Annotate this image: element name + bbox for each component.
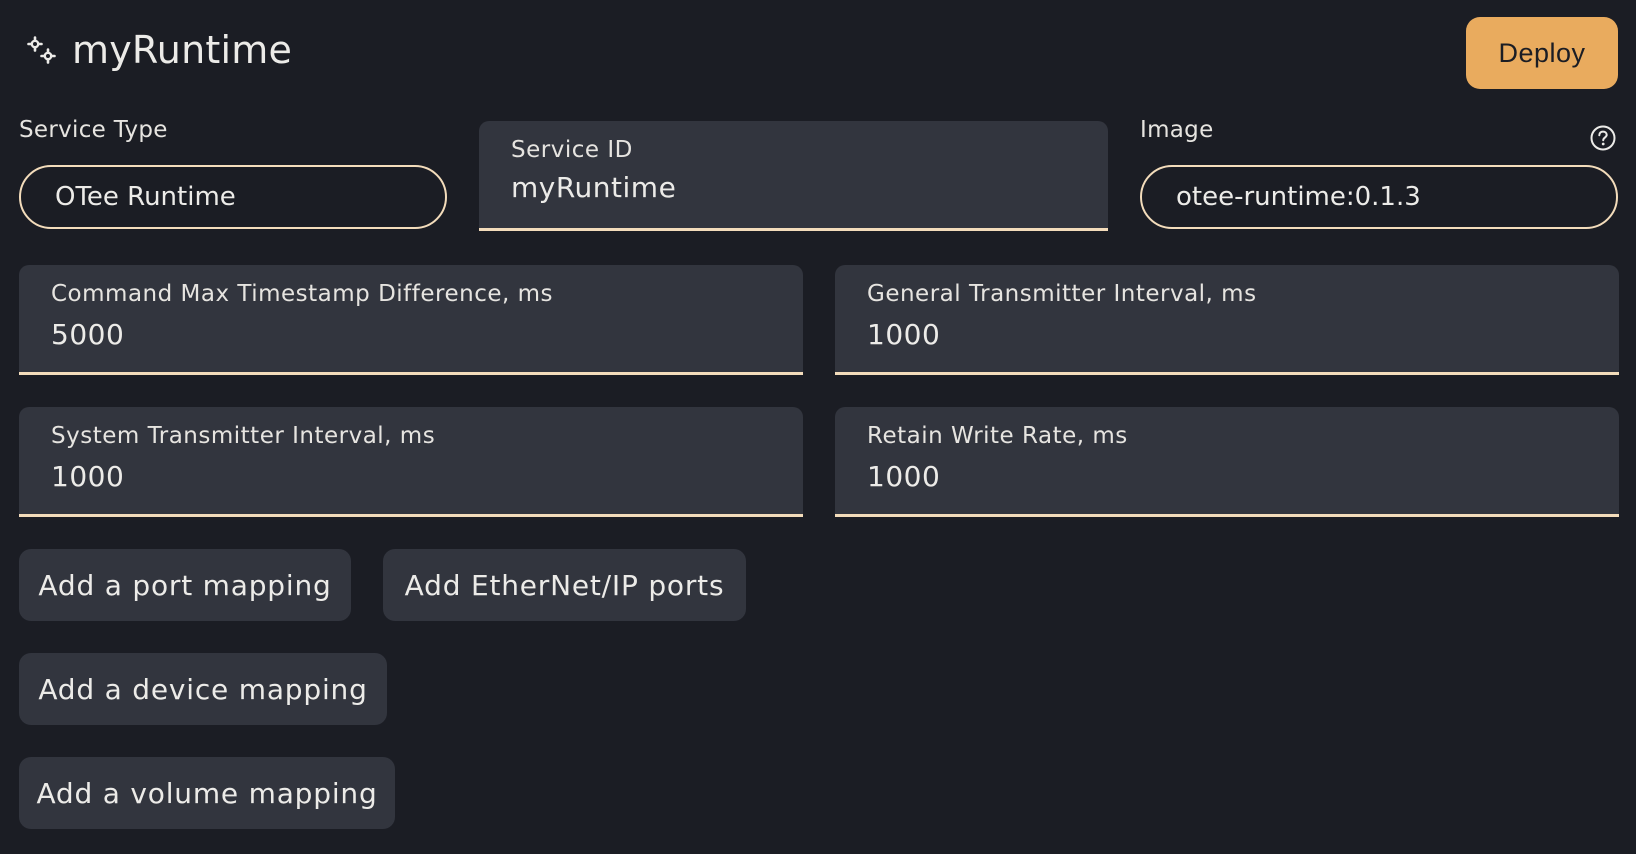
gears-icon <box>24 32 60 68</box>
image-value: otee-runtime:0.1.3 <box>1176 182 1421 212</box>
cmd-max-timestamp-diff-field[interactable]: Command Max Timestamp Difference, ms 500… <box>19 265 803 375</box>
general-transmitter-interval-label: General Transmitter Interval, ms <box>867 281 1257 307</box>
service-id-field[interactable]: Service ID myRuntime <box>479 121 1108 231</box>
page-header: myRuntime <box>24 28 292 72</box>
image-label: Image <box>1140 117 1214 143</box>
system-transmitter-interval-value: 1000 <box>51 460 125 493</box>
general-transmitter-interval-field[interactable]: General Transmitter Interval, ms 1000 <box>835 265 1619 375</box>
image-input[interactable]: otee-runtime:0.1.3 <box>1140 165 1618 229</box>
cmd-max-timestamp-diff-value: 5000 <box>51 318 125 351</box>
retain-write-rate-value: 1000 <box>867 460 941 493</box>
service-type-value: OTee Runtime <box>55 182 236 212</box>
page-title: myRuntime <box>72 28 293 72</box>
add-ethernet-ip-ports-button[interactable]: Add EtherNet/IP ports <box>383 549 746 621</box>
help-circle-icon[interactable] <box>1589 124 1617 152</box>
retain-write-rate-field[interactable]: Retain Write Rate, ms 1000 <box>835 407 1619 517</box>
deploy-button[interactable]: Deploy <box>1466 17 1618 89</box>
service-id-label: Service ID <box>511 137 633 163</box>
service-type-label: Service Type <box>19 117 168 143</box>
general-transmitter-interval-value: 1000 <box>867 318 941 351</box>
add-port-mapping-button[interactable]: Add a port mapping <box>19 549 351 621</box>
system-transmitter-interval-field[interactable]: System Transmitter Interval, ms 1000 <box>19 407 803 517</box>
service-id-value: myRuntime <box>511 171 677 204</box>
service-type-select[interactable]: OTee Runtime <box>19 165 447 229</box>
cmd-max-timestamp-diff-label: Command Max Timestamp Difference, ms <box>51 281 554 307</box>
add-volume-mapping-button[interactable]: Add a volume mapping <box>19 757 395 829</box>
runtime-config-page: myRuntime Deploy Service Type OTee Runti… <box>0 0 1636 854</box>
retain-write-rate-label: Retain Write Rate, ms <box>867 423 1128 449</box>
system-transmitter-interval-label: System Transmitter Interval, ms <box>51 423 436 449</box>
add-device-mapping-button[interactable]: Add a device mapping <box>19 653 387 725</box>
